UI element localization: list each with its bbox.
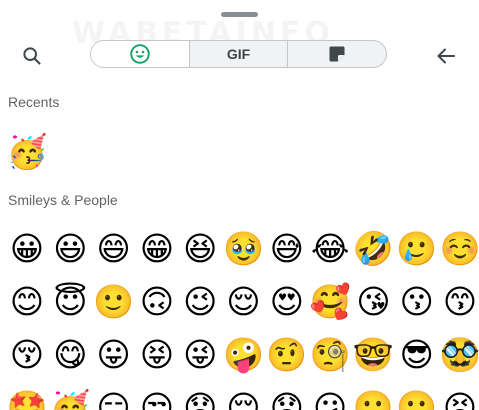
emoji-button[interactable]: 😄: [94, 228, 134, 268]
smiley-icon: [130, 44, 150, 64]
sticker-icon: [329, 46, 345, 62]
emoji-button[interactable]: 😣: [440, 387, 479, 410]
emoji-button[interactable]: ☹️: [396, 387, 437, 410]
emoji-button[interactable]: 😉: [180, 281, 220, 321]
emoji-button[interactable]: 😌: [224, 281, 264, 321]
emoji-button[interactable]: 😜: [180, 334, 220, 374]
emoji-button[interactable]: 😝: [137, 334, 177, 374]
arrow-left-icon: [437, 48, 455, 64]
emoji-button[interactable]: 🥹: [223, 228, 264, 268]
emoji-button[interactable]: 😛: [94, 334, 134, 374]
section-title-smileys-people: Smileys & People: [8, 192, 118, 208]
emoji-button[interactable]: 😞: [180, 387, 220, 410]
tab-stickers[interactable]: [287, 41, 386, 67]
emoji-button[interactable]: 😚: [7, 334, 47, 374]
section-title-recents: Recents: [8, 94, 60, 110]
emoji-button[interactable]: 😘: [353, 281, 393, 321]
emoji-button[interactable]: 🙁: [353, 387, 394, 410]
drag-handle[interactable]: [221, 12, 258, 17]
emoji-button[interactable]: 😗: [397, 281, 437, 321]
emoji-button[interactable]: 😊: [7, 281, 47, 321]
emoji-button[interactable]: 🤣: [353, 228, 394, 268]
emoji-button[interactable]: 😍: [267, 281, 307, 321]
emoji-button[interactable]: 😃: [50, 228, 90, 268]
emoji-button[interactable]: 🧐: [310, 334, 351, 374]
emoji-button[interactable]: 🥳: [6, 131, 47, 171]
emoji-button[interactable]: 😁: [137, 228, 177, 268]
emoji-button[interactable]: 😔: [224, 387, 264, 410]
emoji-picker-panel: WABETAINFO GIF: [0, 0, 479, 410]
search-icon: [23, 47, 41, 65]
tab-gif-label: GIF: [226, 46, 251, 62]
emoji-button[interactable]: 🙃: [137, 281, 177, 321]
emoji-button[interactable]: 🤩: [6, 387, 47, 410]
emoji-button[interactable]: 🤨: [266, 334, 307, 374]
tab-gif[interactable]: GIF: [188, 41, 288, 67]
emoji-button[interactable]: 🥰: [310, 281, 351, 321]
emoji-button[interactable]: 🥲: [396, 228, 437, 268]
picker-tabs: GIF: [90, 40, 387, 68]
emoji-button[interactable]: 😆: [180, 228, 220, 268]
emoji-button[interactable]: 😕: [310, 387, 350, 410]
emoji-button[interactable]: 😟: [267, 387, 307, 410]
emoji-button[interactable]: 😏: [94, 387, 134, 410]
emoji-button[interactable]: 🥸: [439, 334, 479, 374]
emoji-button[interactable]: 😋: [50, 334, 90, 374]
emoji-button[interactable]: 🥳: [50, 387, 91, 410]
emoji-button[interactable]: 😂: [310, 228, 350, 268]
emoji-button[interactable]: 😎: [397, 334, 437, 374]
emoji-button[interactable]: ☺️: [439, 228, 479, 268]
emoji-button[interactable]: 😅: [267, 228, 307, 268]
emoji-button[interactable]: 😀: [7, 228, 47, 268]
emoji-button[interactable]: 🤓: [353, 334, 394, 374]
emoji-button[interactable]: 😙: [440, 281, 479, 321]
emoji-button[interactable]: 🙂: [93, 281, 134, 321]
emoji-button[interactable]: 😇: [50, 281, 90, 321]
back-button[interactable]: [430, 40, 462, 72]
emoji-button[interactable]: 🤪: [223, 334, 264, 374]
emoji-button[interactable]: 😒: [137, 387, 177, 410]
tab-emoji[interactable]: [91, 41, 189, 67]
search-button[interactable]: [16, 40, 48, 72]
